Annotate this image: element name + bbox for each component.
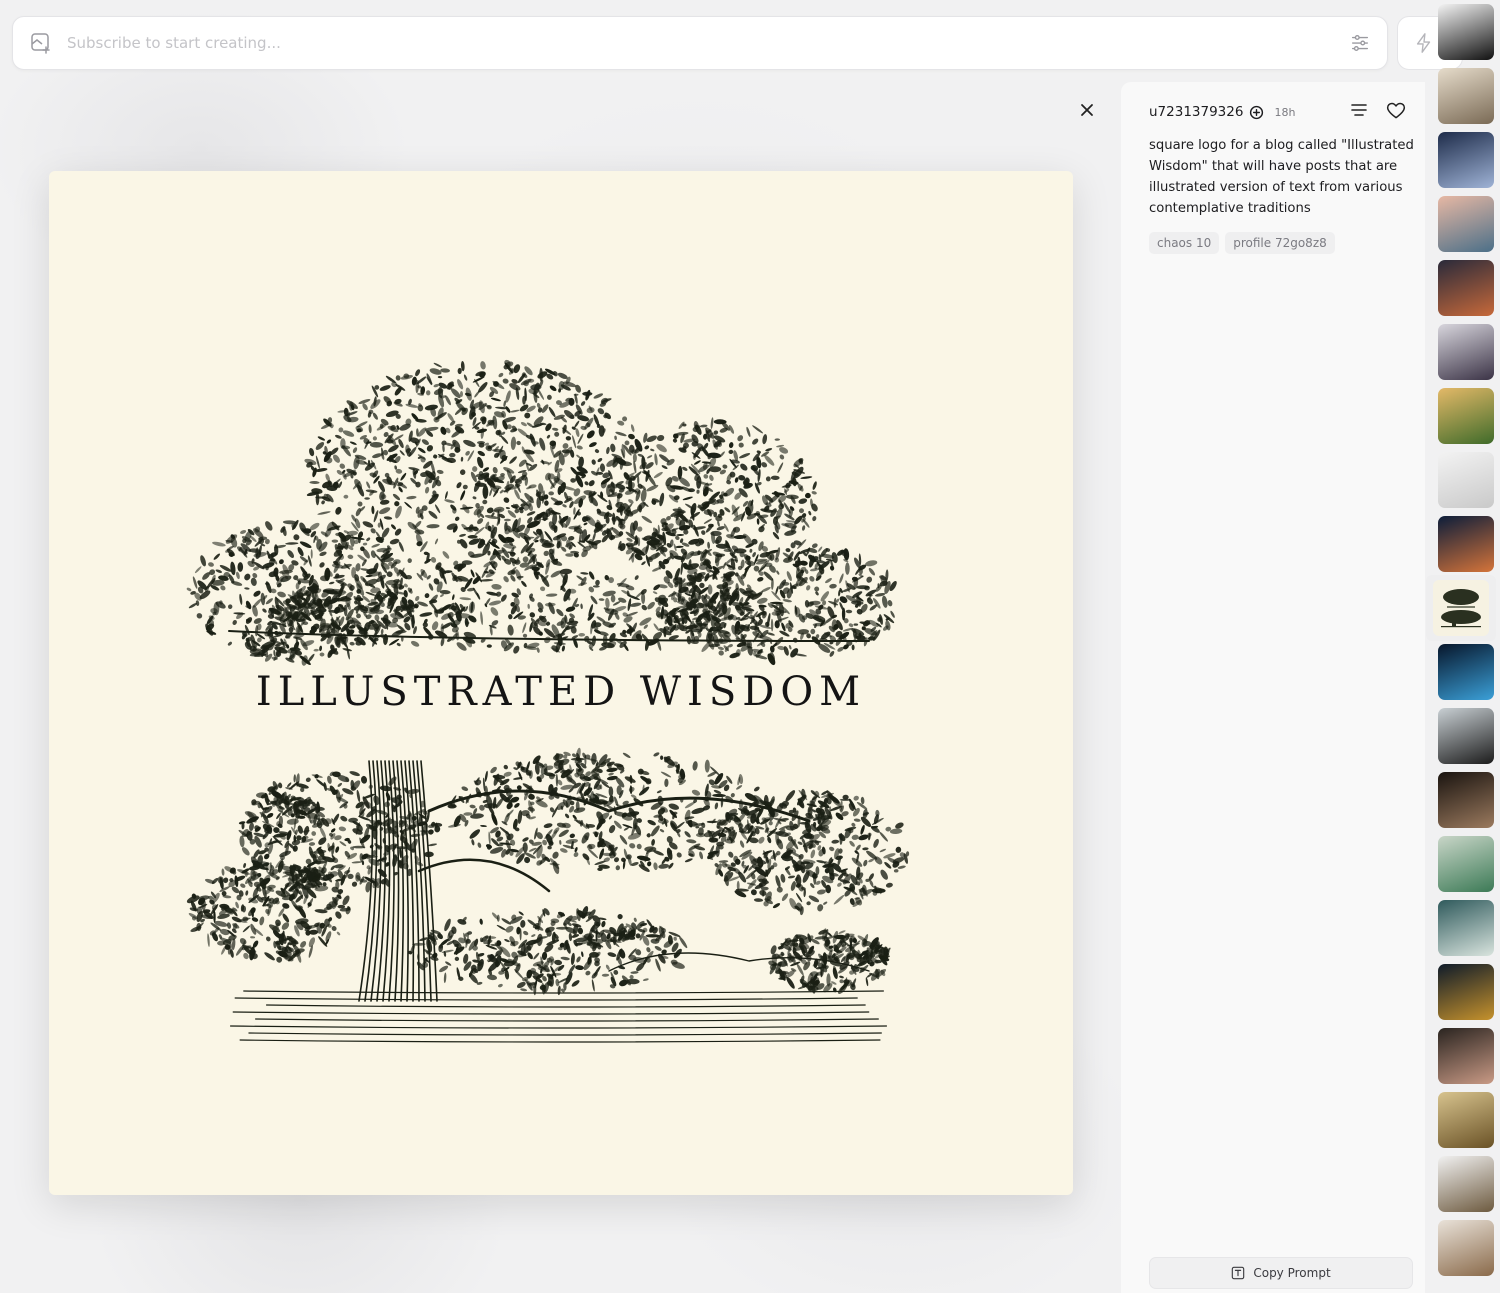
lightning-icon xyxy=(1416,33,1431,53)
dog-portrait-thumb[interactable] xyxy=(1438,1220,1494,1276)
fantasy-portrait-thumb[interactable] xyxy=(1438,132,1494,188)
white-minimal-thumb[interactable] xyxy=(1438,452,1494,508)
thumb-image xyxy=(1433,580,1489,636)
forest-abstract-thumb[interactable] xyxy=(1438,900,1494,956)
illustrated-wisdom-thumb[interactable] xyxy=(1426,575,1496,641)
green-hair-thumb[interactable] xyxy=(1438,836,1494,892)
username-link[interactable]: u7231379326 xyxy=(1149,104,1243,120)
road-scene-thumb[interactable] xyxy=(1438,708,1494,764)
rock-sculpture-thumb[interactable] xyxy=(1438,1156,1494,1212)
info-panel: u7231379326 18h square logo for a blog c… xyxy=(1121,82,1425,1293)
follow-plus-icon[interactable] xyxy=(1249,105,1264,120)
text-copy-icon xyxy=(1232,1266,1245,1280)
image-add-icon[interactable] xyxy=(29,31,53,55)
cloaked-figure-thumb[interactable] xyxy=(1438,324,1494,380)
tag-profile[interactable]: profile 72go8z8 xyxy=(1225,232,1335,254)
post-time: 18h xyxy=(1274,105,1296,119)
image-title-text: ILLUSTRATED WISDOM xyxy=(255,669,867,715)
landscape-sunset-thumb[interactable] xyxy=(1438,388,1494,444)
copy-prompt-label: Copy Prompt xyxy=(1253,1266,1331,1280)
prompt-bar[interactable] xyxy=(12,16,1388,70)
witch-thumb[interactable] xyxy=(1438,260,1494,316)
close-button[interactable] xyxy=(1076,99,1098,121)
prompt-input[interactable] xyxy=(67,34,1339,52)
nebula-thumb[interactable] xyxy=(1438,516,1494,572)
options-menu-icon[interactable] xyxy=(1350,101,1368,119)
dark-portrait-thumb[interactable] xyxy=(1438,772,1494,828)
post-meta: u7231379326 18h xyxy=(1149,102,1409,122)
settings-sliders-icon[interactable] xyxy=(1349,32,1371,54)
copy-prompt-button[interactable]: Copy Prompt xyxy=(1149,1257,1413,1289)
tag-chaos[interactable]: chaos 10 xyxy=(1149,232,1220,254)
man-portrait-thumb[interactable] xyxy=(1438,1028,1494,1084)
cosmic-face-thumb[interactable] xyxy=(1438,644,1494,700)
golden-plant-thumb[interactable] xyxy=(1438,1092,1494,1148)
close-icon xyxy=(1081,104,1093,116)
girl-painting-thumb[interactable] xyxy=(1438,196,1494,252)
still-life-thumb[interactable] xyxy=(1438,68,1494,124)
prompt-text: square logo for a blog called "Illustrat… xyxy=(1149,138,1414,216)
parameter-tags: chaos 10 profile 72go8z8 xyxy=(1149,232,1335,254)
abstract-gradient-thumb[interactable] xyxy=(1438,4,1494,60)
like-heart-icon[interactable] xyxy=(1386,101,1406,121)
generated-image[interactable]: ILLUSTRATED WISDOM xyxy=(49,171,1073,1195)
planet-badge-thumb[interactable] xyxy=(1438,964,1494,1020)
